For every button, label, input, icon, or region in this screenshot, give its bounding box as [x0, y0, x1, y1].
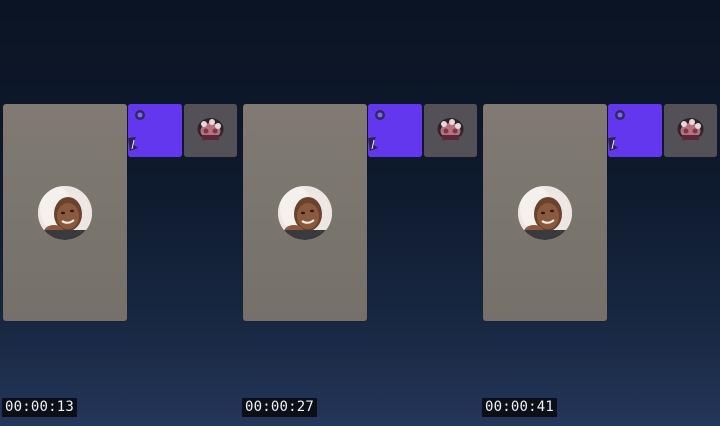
user-avatar-photo [278, 186, 332, 240]
user-avatar-photo [518, 186, 572, 240]
main-video-tile[interactable] [3, 104, 127, 321]
timestamp-label: 00:00:27 [242, 398, 318, 417]
video-thumbnail[interactable] [368, 104, 422, 157]
emoji-avatar-thumbnail[interactable] [424, 104, 477, 157]
video-frame-3: 00:00:41 [480, 0, 720, 426]
timestamp-label: 00:00:41 [482, 398, 558, 417]
emoji-avatar-thumbnail[interactable] [184, 104, 237, 157]
main-video-tile[interactable] [483, 104, 607, 321]
emoji-avatar-thumbnail[interactable] [664, 104, 717, 157]
video-frame-1: 00:00:13 [0, 0, 240, 426]
main-video-tile[interactable] [243, 104, 367, 321]
video-thumbnail[interactable] [608, 104, 662, 157]
user-avatar-photo [38, 186, 92, 240]
video-frame-2: 00:00:27 [240, 0, 480, 426]
video-thumbnail[interactable] [128, 104, 182, 157]
timestamp-label: 00:00:13 [2, 398, 78, 417]
